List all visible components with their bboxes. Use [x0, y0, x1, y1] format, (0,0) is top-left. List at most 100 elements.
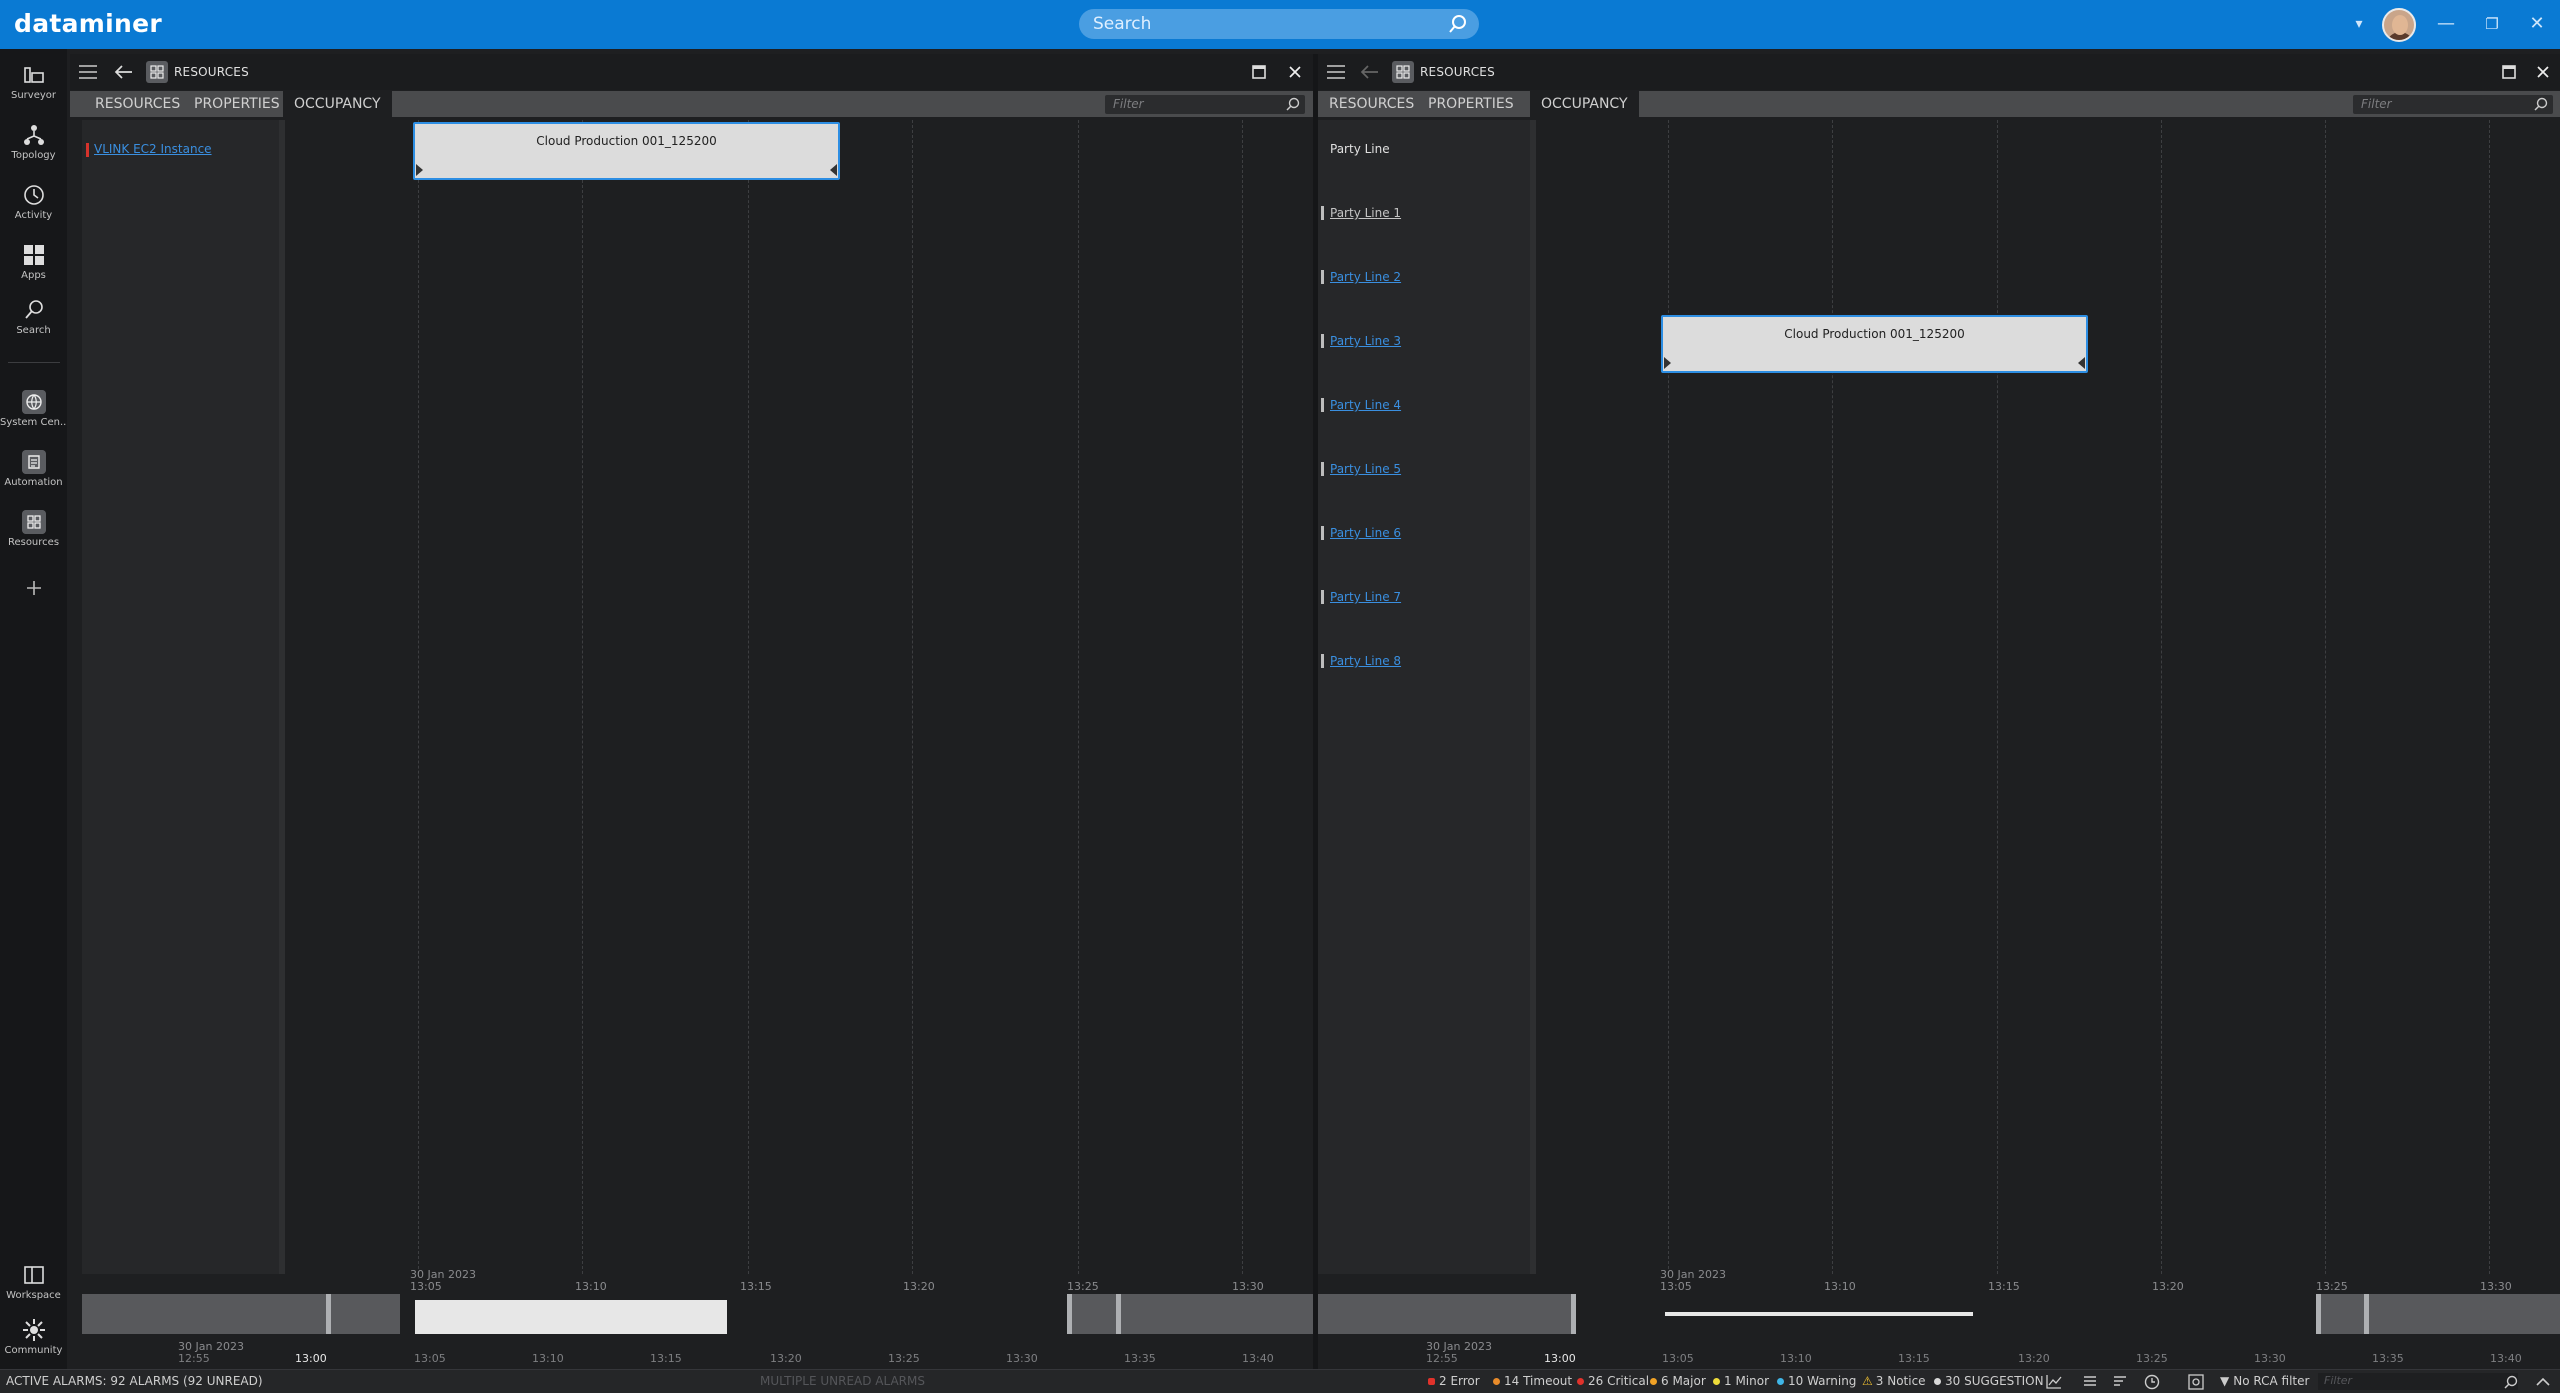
target-icon[interactable]	[2188, 1374, 2204, 1390]
tab-properties[interactable]: PROPERTIES	[183, 91, 291, 117]
list-view-icon[interactable]	[2082, 1374, 2098, 1389]
booking-block[interactable]: Cloud Production 001_125200	[1661, 315, 2088, 373]
sort-icon[interactable]	[2112, 1374, 2128, 1389]
timeline-visible-window[interactable]	[1665, 1312, 1973, 1316]
history-clock-icon[interactable]	[2144, 1374, 2160, 1390]
resource-column-splitter[interactable]	[279, 120, 285, 1274]
hamburger-menu-icon[interactable]	[78, 63, 98, 81]
back-arrow-icon[interactable]	[1360, 63, 1380, 81]
maximize-icon[interactable]	[1252, 65, 1266, 79]
panel-header: RESOURCES	[1318, 54, 2560, 90]
chevron-up-icon[interactable]	[2535, 1375, 2551, 1389]
resource-item[interactable]: Party Line 4	[1330, 398, 1401, 412]
search-icon[interactable]	[2503, 1374, 2519, 1390]
rail-item-workspace[interactable]: Workspace	[0, 1257, 67, 1313]
rail-item-surveyor[interactable]: Surveyor	[0, 57, 67, 113]
back-arrow-icon[interactable]	[114, 63, 134, 81]
rail-item-search[interactable]: Search	[0, 292, 67, 348]
hamburger-menu-icon[interactable]	[1326, 63, 1346, 81]
alarm-count-timeout[interactable]: 14 Timeout	[1493, 1374, 1572, 1388]
timeline-overview[interactable]	[82, 1294, 400, 1334]
alarm-count-critical[interactable]: 26 Critical	[1577, 1374, 1649, 1388]
resize-handle-left[interactable]	[416, 164, 423, 176]
resource-item[interactable]: Party Line 5	[1330, 462, 1401, 476]
alarm-filter-input[interactable]: Filter	[2318, 1373, 2518, 1390]
close-icon[interactable]	[2536, 65, 2550, 79]
global-search-input[interactable]: Search	[1079, 9, 1479, 39]
resources-panel-right: RESOURCES RESOURCES PROPERTIES OCCUPANCY…	[1318, 54, 2560, 1369]
close-icon[interactable]: ✕	[2523, 10, 2551, 38]
resource-column-splitter[interactable]	[1530, 120, 1536, 1274]
avatar[interactable]	[2382, 8, 2416, 42]
filter-input[interactable]: Filter	[1105, 95, 1305, 114]
workspace-icon	[24, 1266, 44, 1284]
timeline-overview[interactable]	[1318, 1294, 1576, 1334]
timeline-handle[interactable]	[1116, 1294, 1121, 1334]
booking-block[interactable]: Cloud Production 001_125200	[413, 122, 840, 180]
status-marker	[1321, 590, 1324, 604]
panel-title: RESOURCES	[1420, 65, 1495, 79]
alarm-count-error[interactable]: 2 Error	[1428, 1374, 1480, 1388]
timeline-handle[interactable]	[2364, 1294, 2369, 1334]
filter-input[interactable]: Filter	[2353, 95, 2553, 114]
time-tick: 13:15	[650, 1352, 682, 1365]
time-tick: 13:25	[1067, 1280, 1099, 1293]
alarm-count-minor[interactable]: 1 Minor	[1713, 1374, 1769, 1388]
tab-properties[interactable]: PROPERTIES	[1417, 91, 1525, 117]
maximize-icon[interactable]	[2502, 65, 2516, 79]
rca-filter-toggle[interactable]: ▼ No RCA filter	[2220, 1374, 2309, 1388]
search-icon[interactable]	[1447, 13, 1469, 35]
alarm-count-warning[interactable]: 10 Warning	[1777, 1374, 1856, 1388]
alarm-count-suggestion[interactable]: 30 SUGGESTION	[1934, 1374, 2044, 1388]
alarm-count-major[interactable]: 6 Major	[1650, 1374, 1706, 1388]
search-icon[interactable]	[1285, 96, 1301, 112]
resource-item[interactable]: Party Line 8	[1330, 654, 1401, 668]
rail-item-topology[interactable]: Topology	[0, 117, 67, 173]
timeline-overview[interactable]	[1067, 1294, 1313, 1334]
tab-occupancy[interactable]: OCCUPANCY	[283, 91, 392, 117]
rail-item-system-center[interactable]: System Cen...	[0, 384, 67, 440]
time-tick: 13:35	[1124, 1352, 1156, 1365]
timeline-handle[interactable]	[1067, 1294, 1072, 1334]
rail-item-activity[interactable]: Activity	[0, 177, 67, 233]
alarm-count-notice[interactable]: ⚠ 3 Notice	[1862, 1374, 1926, 1388]
tab-resources[interactable]: RESOURCES	[84, 91, 191, 117]
trend-chart-icon[interactable]	[2046, 1374, 2062, 1389]
timeline-handle[interactable]	[2316, 1294, 2321, 1334]
time-tick: 13:15	[1898, 1352, 1930, 1365]
grid-line	[2489, 120, 2490, 1274]
plus-icon	[27, 581, 41, 595]
resize-handle-left[interactable]	[1664, 357, 1671, 369]
rail-item-apps[interactable]: Apps	[0, 237, 67, 293]
resource-item[interactable]: Party Line 1	[1330, 206, 1401, 220]
resource-item[interactable]: Party Line 7	[1330, 590, 1401, 604]
timeout-dot-icon	[1493, 1378, 1500, 1385]
restore-icon[interactable]: ❐	[2478, 10, 2506, 38]
resources-app-icon	[146, 61, 168, 83]
resize-handle-right[interactable]	[2078, 357, 2085, 369]
status-marker	[86, 143, 89, 157]
rail-item-community[interactable]: Community	[0, 1312, 67, 1368]
resource-item[interactable]: Party Line 3	[1330, 334, 1401, 348]
resource-item[interactable]: VLINK EC2 Instance	[94, 142, 212, 156]
chevron-down-icon[interactable]: ▾	[2345, 10, 2373, 38]
minimize-icon[interactable]: —	[2432, 10, 2460, 38]
time-tick: 13:30	[1232, 1280, 1264, 1293]
close-icon[interactable]	[1288, 65, 1302, 79]
active-alarms-summary[interactable]: ACTIVE ALARMS: 92 ALARMS (92 UNREAD)	[6, 1374, 263, 1388]
rail-item-automation[interactable]: Automation	[0, 444, 67, 500]
rail-item-resources[interactable]: Resources	[0, 504, 67, 560]
resource-item[interactable]: Party Line 2	[1330, 270, 1401, 284]
resize-handle-right[interactable]	[830, 164, 837, 176]
timeline-overview[interactable]	[2316, 1294, 2560, 1334]
timeline-handle[interactable]	[1571, 1294, 1576, 1334]
automation-icon	[22, 450, 46, 474]
timeline-handle[interactable]	[326, 1294, 331, 1334]
rail-add-button[interactable]	[0, 570, 67, 606]
resource-item[interactable]: Party Line 6	[1330, 526, 1401, 540]
timeline-visible-window[interactable]	[415, 1300, 727, 1334]
tab-resources[interactable]: RESOURCES	[1318, 91, 1425, 117]
status-marker	[1321, 206, 1324, 220]
search-icon[interactable]	[2533, 96, 2549, 112]
tab-occupancy[interactable]: OCCUPANCY	[1530, 91, 1639, 117]
